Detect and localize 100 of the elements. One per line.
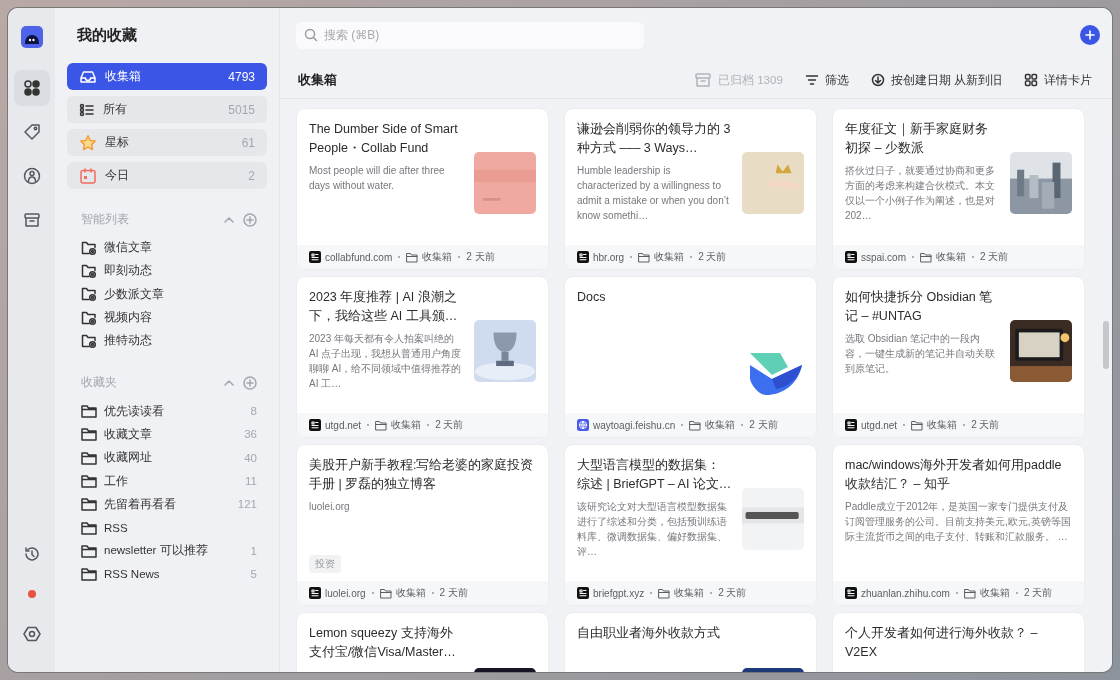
nav-item[interactable]: 所有 5015 (67, 96, 267, 123)
apps-icon (22, 79, 41, 97)
grid-icon (1024, 73, 1038, 87)
folder-icon (638, 251, 651, 263)
scrollbar[interactable] (1103, 321, 1109, 369)
add-icon (243, 212, 257, 227)
card-description: 选取 Obsidian 笔记中的一段内容，一键生成新的笔记并自动关联到原笔记。 (845, 332, 996, 376)
nav-item[interactable]: 今日 2 (67, 162, 267, 189)
search-field[interactable]: 搜索 (⌘B) (296, 21, 644, 49)
settings-icon (22, 625, 41, 643)
add-button[interactable] (243, 212, 257, 227)
card-description: Most people will die after three days without water. (309, 164, 446, 193)
folder-label: 收集箱 (422, 250, 453, 264)
folder-label: 收集箱 (391, 418, 422, 432)
folder-icon (81, 474, 97, 488)
add-button[interactable] (243, 376, 257, 390)
bookmark-card[interactable]: 如何快捷拆分 Obsidian 笔记 – #UNTAG 选取 Obsidian 笔记中的一段内容，一键生成新的笔记并自动关联到原笔记。 utgd.net 收集箱 2 天前 (833, 277, 1084, 437)
bookmark-card[interactable]: 大型语言模型的数据集：综述 | BriefGPT – AI 论文… 该研究论文对大型语言模型数据集进行了综述和分类，包括预训练语料库、微调数据集、偏好数据集、评… briefgpt.xyz 收集箱 2 天前 (565, 445, 816, 605)
history-icon (22, 545, 41, 563)
sidebar-title: 我的收藏 (77, 26, 138, 45)
folder-label: 收集箱 (927, 418, 958, 432)
card-description: Humble leadership is characterized by a willingness to admit a mistake or when you don’t know somethi… (577, 164, 730, 223)
folder-label: 收集箱 (936, 250, 966, 264)
list-icon (79, 101, 95, 118)
bookmark-card[interactable]: 谦逊会削弱你的领导力的 3 种方式 ––– 3 Ways… Humble leadership is characterized by a willingness to admit a mistake or when you don’t know somethi… hbr.org 收集箱 2 天前 (565, 109, 816, 269)
time-label: 2 天前 (698, 250, 727, 264)
section-heading: 智能列表 (81, 211, 129, 228)
smart-list-item[interactable]: 视频内容 (67, 305, 267, 330)
folder-label: 收集箱 (654, 250, 685, 264)
smart-list-item[interactable]: 即刻动态 (67, 259, 267, 283)
source-label: waytoagi.feishu.cn (593, 419, 676, 431)
bookmark-card[interactable]: Lemon squeezy 支持海外支付宝/微信Visa/Master… (297, 613, 548, 672)
globe-icon (577, 419, 589, 431)
card-title: 美股开户新手教程:写给老婆的家庭投资手册 | 罗磊的独立博客 (309, 457, 535, 493)
card-description: 搭伙过日子，就要通过协商和更多方面的考虑来构建合伙模式。本文仅以一个小例子作为阐述，也是对 202… (845, 164, 996, 223)
sort-button[interactable]: 按创建日期 从新到旧 (870, 72, 1002, 88)
card-title: 个人开发者如何进行海外收款？ – V2EX (845, 625, 1039, 661)
time-label: 2 天前 (971, 418, 1000, 432)
card-title: mac/windows海外开发者如何用paddle收款结汇？ – 知乎 (845, 457, 1063, 493)
folder-icon (81, 404, 97, 419)
time-label: 2 天前 (749, 418, 778, 432)
source-label: sspai.com (861, 251, 906, 263)
source-label: utgd.net (325, 419, 362, 431)
folder-item[interactable]: newsletter 可以推荐 1 (67, 539, 267, 563)
plus-icon (1085, 30, 1095, 40)
folder-icon (81, 567, 97, 582)
filter-button[interactable]: 筛选 (804, 72, 849, 88)
folder-item[interactable]: 收藏文章 36 (67, 422, 267, 447)
smart-folder-icon (81, 239, 97, 256)
person-icon (22, 167, 41, 185)
nav-item[interactable]: 星标 61 (67, 129, 267, 156)
folder-label: 收集箱 (395, 586, 426, 600)
folder-item[interactable]: 优先读读看 8 (67, 399, 267, 423)
folder-icon (379, 587, 392, 599)
folder-icon (406, 251, 419, 263)
collapse-toggle[interactable] (223, 377, 235, 389)
time-label: 2 天前 (980, 250, 1009, 264)
folder-icon (81, 543, 97, 558)
folder-label: 收集箱 (705, 418, 736, 432)
folder-item[interactable]: 工作 11 (67, 469, 267, 493)
add-icon (243, 376, 257, 390)
bookmark-card[interactable]: 个人开发者如何进行海外收款？ – V2EX (833, 613, 1084, 672)
bookmark-card[interactable]: Docs waytoagi.feishu.cn 收集箱 2 天前 (565, 277, 816, 437)
folder-item[interactable]: RSS (67, 515, 267, 540)
apps-tab[interactable] (13, 70, 50, 106)
source-label: zhuanlan.zhihu.com (861, 587, 950, 599)
card-description: 2023 年每天都有令人拍案叫绝的 AI 点子出现，我想从普通用户角度聊聊 AI，给不同领域中值得推荐的 AI 工… (309, 332, 463, 391)
chevron-up-icon (223, 377, 235, 389)
bookmark-card[interactable]: mac/windows海外开发者如何用paddle收款结汇？ – 知乎 Paddle成立于2012年，是英国一家专门提供支付及订阅管理服务的公司。目前支持美元,欧元,英镑等国际主流货币之间的电子支付、转账和汇款服务。 … zhuanlan.zhihu.com 收集箱 2 天前 (833, 445, 1084, 605)
calendar-icon (79, 166, 97, 185)
grid-button[interactable]: 详情卡片 (1024, 72, 1092, 88)
time-label: 2 天前 (439, 586, 468, 600)
bookmark-card[interactable]: 美股开户新手教程:写给老婆的家庭投资手册 | 罗磊的独立博客 luolei.org 投资 luolei.org 收集箱 2 天前 (297, 445, 548, 605)
card-title: 如何快捷拆分 Obsidian 笔记 – #UNTAG (845, 289, 994, 325)
nav-item[interactable]: 收集箱 4793 (67, 63, 267, 90)
page-icon (577, 587, 589, 599)
smart-folder-icon (81, 309, 97, 326)
folder-icon (81, 497, 97, 512)
smart-list-item[interactable]: 少数派文章 (67, 282, 267, 306)
tag-icon (22, 123, 41, 141)
folder-item[interactable]: 收藏网址 40 (67, 446, 267, 470)
folder-item[interactable]: 先留着再看看 121 (67, 492, 267, 516)
smart-list-item[interactable]: 微信文章 (67, 236, 267, 260)
add-button[interactable] (1080, 25, 1100, 45)
page-title: 收集箱 (298, 71, 338, 89)
card-description: Paddle成立于2012年，是英国一家专门提供支付及订阅管理服务的公司。目前支持美元,欧元,英镑等国际主流货币之间的电子支付、转账和汇款服务。 … (845, 500, 1072, 544)
card-title: 大型语言模型的数据集：综述 | BriefGPT – AI 论文… (577, 457, 732, 493)
star-icon (79, 133, 97, 152)
smart-list-item[interactable]: 推特动态 (67, 329, 267, 353)
page-icon (309, 419, 321, 431)
bookmark-card[interactable]: 年度征文｜新手家庭财务初探 – 少数派 搭伙过日子，就要通过协商和更多方面的考虑来构建合伙模式。本文仅以一个小例子作为阐述，也是对 202… sspai.com 收集箱 2 天前 (833, 109, 1084, 269)
card-description: luolei.org (309, 500, 351, 514)
bookmark-card[interactable]: 2023 年度推荐 | AI 浪潮之下，我给这些 AI 工具颁… 2023 年每天都有令人拍案叫绝的 AI 点子出现，我想从普通用户角度聊聊 AI，给不同领域中值得推荐的 AI 工… utgd.net 收集箱 2 天前 (297, 277, 548, 437)
page-icon (309, 587, 321, 599)
bookmark-card[interactable]: The Dumber Side of Smart People・Collab Fund Most people will die after three days without water. collabfund.com 收集箱 2 天前 (297, 109, 548, 269)
folder-item[interactable]: RSS News 5 (67, 562, 267, 586)
page-icon (577, 251, 589, 263)
time-label: 2 天前 (718, 586, 747, 600)
bookmark-card[interactable]: 自由职业者海外收款方式 (565, 613, 816, 672)
time-label: 2 天前 (466, 250, 495, 264)
